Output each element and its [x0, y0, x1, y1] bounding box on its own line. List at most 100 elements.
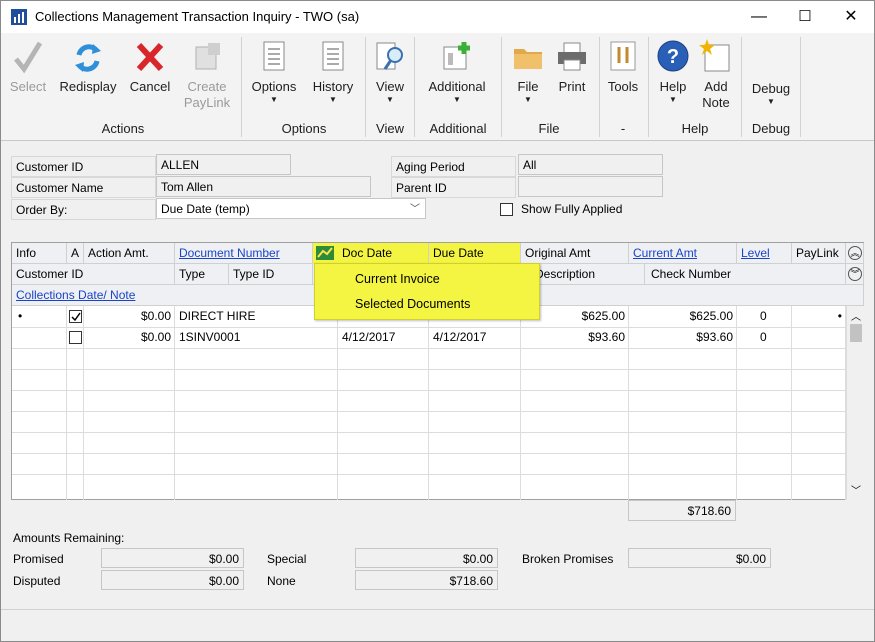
- close-button[interactable]: ✕: [828, 1, 874, 33]
- col-info[interactable]: Info: [12, 243, 67, 264]
- dropdown-arrow-icon: ▼: [767, 97, 775, 106]
- redisplay-button[interactable]: Redisplay: [57, 39, 119, 95]
- file-button[interactable]: File ▼: [507, 39, 549, 105]
- tools-icon: [610, 41, 636, 71]
- view-button[interactable]: View ▼: [369, 39, 411, 105]
- col-a[interactable]: A: [67, 243, 84, 264]
- select-button[interactable]: Select: [5, 39, 51, 95]
- row1-action-amt[interactable]: $0.00: [84, 306, 175, 327]
- col-customer-id[interactable]: Customer ID: [12, 264, 175, 285]
- expand-rows-button[interactable]: ︾: [846, 264, 864, 285]
- maximize-button[interactable]: ☐: [782, 1, 828, 33]
- window-title: Collections Management Transaction Inqui…: [35, 9, 360, 24]
- col-check-number[interactable]: Check Number: [645, 264, 846, 285]
- col-original-amt[interactable]: Original Amt: [521, 243, 629, 264]
- row1-paylink[interactable]: •: [792, 306, 846, 327]
- options-label: Options: [251, 79, 297, 94]
- debug-button[interactable]: Debug ▼: [745, 81, 797, 107]
- group-label-tools: -: [620, 121, 626, 136]
- customer-name-label: Customer Name: [11, 177, 156, 198]
- row2-current-amt[interactable]: $93.60: [629, 327, 737, 348]
- row2-level[interactable]: 0: [760, 327, 780, 348]
- red-x-icon: [136, 42, 164, 72]
- view-label: View: [376, 79, 404, 94]
- additional-button[interactable]: Additional ▼: [419, 39, 495, 105]
- cancel-label: Cancel: [129, 79, 171, 94]
- document-plus-icon: [195, 43, 220, 70]
- history-button[interactable]: History ▼: [305, 39, 361, 105]
- create-paylink-button[interactable]: Create PayLink: [179, 39, 235, 111]
- col-level[interactable]: Level: [737, 243, 792, 264]
- group-label-debug: Debug: [751, 121, 791, 136]
- redisplay-label: Redisplay: [59, 79, 117, 94]
- group-divider: [648, 37, 649, 137]
- group-label-file: File: [538, 121, 560, 136]
- col-paylink[interactable]: PayLink: [792, 243, 846, 264]
- row2-document-number[interactable]: 1SINV0001: [179, 327, 329, 348]
- additional-label: Additional: [428, 79, 486, 94]
- col-due-date[interactable]: Due Date: [429, 243, 521, 264]
- parent-id-label: Parent ID: [391, 177, 516, 198]
- broken-promises-label: Broken Promises: [522, 552, 614, 566]
- ribbon-toolbar: Select Redisplay Cancel Create PayLink A…: [1, 33, 874, 141]
- col-description-visible[interactable]: Description: [529, 264, 645, 285]
- row2-original-amt[interactable]: $93.60: [521, 327, 629, 348]
- dropdown-arrow-icon: ▼: [669, 95, 677, 104]
- dropdown-arrow-icon: ▼: [524, 95, 532, 104]
- aging-period-field[interactable]: All: [518, 154, 663, 175]
- col-type[interactable]: Type: [175, 264, 229, 285]
- row1-current-amt[interactable]: $625.00: [629, 306, 737, 327]
- group-label-view: View: [376, 121, 404, 136]
- order-by-select[interactable]: Due Date (temp) ﹀: [156, 198, 426, 219]
- col-document-number[interactable]: Document Number: [175, 243, 313, 264]
- customer-id-field[interactable]: ALLEN: [156, 154, 291, 175]
- group-label-options: Options: [281, 121, 327, 136]
- row2-doc-date[interactable]: 4/12/2017: [342, 327, 426, 348]
- group-divider: [414, 37, 415, 137]
- menu-item-current-invoice[interactable]: Current Invoice: [355, 272, 440, 286]
- print-button[interactable]: Print: [551, 39, 593, 95]
- parent-id-field[interactable]: [518, 176, 663, 197]
- collapse-rows-button[interactable]: ︽: [846, 243, 864, 264]
- menu-item-selected-documents[interactable]: Selected Documents: [355, 297, 470, 311]
- row1-info[interactable]: •: [18, 306, 58, 327]
- dropdown-arrow-icon: ▼: [453, 95, 461, 104]
- chevron-down-icon: ﹀: [410, 204, 420, 215]
- minimize-button[interactable]: —: [736, 1, 782, 33]
- add-note-label-1: Add: [704, 79, 728, 94]
- row2-due-date[interactable]: 4/12/2017: [433, 327, 517, 348]
- row1-document-number[interactable]: DIRECT HIRE: [179, 306, 329, 327]
- none-label: None: [267, 574, 296, 588]
- dropdown-arrow-icon: ▼: [329, 95, 337, 104]
- group-label-actions: Actions: [101, 121, 145, 136]
- list-document-icon: [263, 41, 285, 71]
- print-label: Print: [558, 79, 586, 94]
- help-label: Help: [659, 79, 687, 94]
- options-button[interactable]: Options ▼: [245, 39, 303, 105]
- scroll-up-icon[interactable]: ︿: [851, 308, 861, 323]
- scroll-down-icon[interactable]: ﹀: [851, 482, 861, 497]
- col-doc-date[interactable]: Doc Date: [338, 243, 429, 264]
- app-icon: [11, 9, 27, 25]
- show-fully-applied-checkbox[interactable]: [500, 203, 513, 216]
- add-note-button[interactable]: Add Note: [696, 39, 736, 111]
- customer-name-field[interactable]: Tom Allen: [156, 176, 371, 197]
- tools-button[interactable]: Tools: [601, 39, 645, 95]
- row2-action-amt[interactable]: $0.00: [84, 327, 175, 348]
- grid-scrollbar[interactable]: ︿ ﹀: [846, 306, 864, 500]
- col-action-amt[interactable]: Action Amt.: [84, 243, 175, 264]
- scroll-thumb[interactable]: [850, 324, 862, 342]
- col-current-amt[interactable]: Current Amt: [629, 243, 737, 264]
- row2-info[interactable]: [18, 327, 58, 348]
- order-by-label: Order By:: [11, 199, 156, 220]
- disputed-label: Disputed: [13, 574, 61, 588]
- promised-amount: $0.00: [101, 548, 244, 568]
- row2-action-checkbox[interactable]: [69, 331, 82, 344]
- help-button[interactable]: ? Help ▼: [652, 39, 694, 105]
- group-label-help: Help: [681, 121, 709, 136]
- status-divider: [1, 609, 874, 610]
- row1-level[interactable]: 0: [760, 306, 780, 327]
- cancel-button[interactable]: Cancel: [125, 39, 175, 95]
- row1-action-checkbox[interactable]: [69, 310, 82, 323]
- col-type-id[interactable]: Type ID: [229, 264, 313, 285]
